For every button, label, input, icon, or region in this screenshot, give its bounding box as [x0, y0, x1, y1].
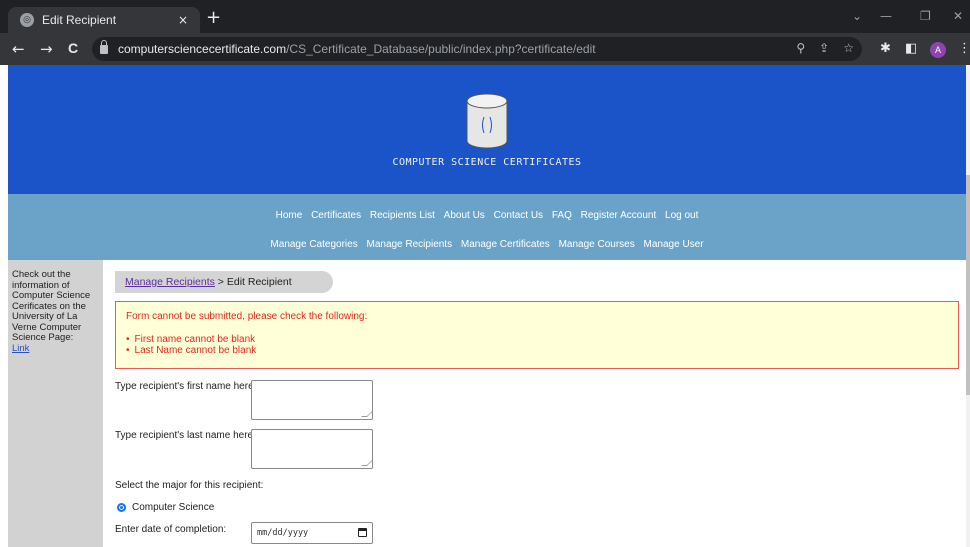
profile-avatar[interactable]: A — [930, 42, 946, 58]
last-name-field[interactable] — [251, 429, 373, 469]
logo-text: COMPUTER SCIENCE CERTIFICATES — [392, 157, 582, 168]
error-title: Form cannot be submitted, please check t… — [126, 311, 368, 322]
nav-manage-courses[interactable]: Manage Courses — [559, 239, 635, 250]
zoom-icon[interactable]: ⚲ — [796, 41, 805, 55]
site-nav: Home Certificates Recipients List About … — [8, 194, 966, 260]
globe-icon: ◎ — [20, 13, 34, 27]
restore-icon[interactable]: ❐ — [920, 9, 931, 23]
sidebar-link[interactable]: Link — [12, 343, 29, 354]
lock-icon — [100, 39, 108, 54]
completion-date-field[interactable]: mm/dd/yyyy — [251, 522, 373, 544]
nav-log-out[interactable]: Log out — [665, 210, 698, 221]
major-label: Select the major for this recipient: — [115, 480, 264, 491]
bookmark-star-icon[interactable]: ☆ — [843, 41, 854, 55]
forward-icon[interactable]: → — [40, 40, 53, 58]
address-bar[interactable]: computersciencecertificate.com/CS_Certif… — [92, 37, 862, 61]
major-radio[interactable] — [117, 503, 126, 512]
web-page: COMPUTER SCIENCE CERTIFICATES Home Certi… — [0, 65, 970, 547]
error-item: First name cannot be blank — [126, 334, 948, 345]
tab-title: Edit Recipient — [42, 13, 117, 27]
breadcrumb: Manage Recipients > Edit Recipient — [115, 271, 333, 293]
error-message-box: Form cannot be submitted, please check t… — [115, 301, 959, 369]
database-logo-icon — [466, 93, 508, 149]
close-window-icon[interactable]: ✕ — [953, 9, 963, 23]
main-content: Manage Recipients > Edit Recipient Form … — [103, 260, 966, 547]
browser-tab[interactable]: ◎ Edit Recipient × — [8, 7, 200, 33]
page-scrollbar[interactable] — [966, 65, 970, 547]
nav-home[interactable]: Home — [276, 210, 303, 221]
url-text: computersciencecertificate.com/CS_Certif… — [118, 42, 596, 56]
nav-recipients-list[interactable]: Recipients List — [370, 210, 435, 221]
browser-tab-strip: ◎ Edit Recipient × + ⌄ — ❐ ✕ — [0, 0, 970, 33]
minimize-icon[interactable]: — — [880, 9, 892, 23]
nav-manage-certificates[interactable]: Manage Certificates — [461, 239, 550, 250]
nav-register-account[interactable]: Register Account — [581, 210, 657, 221]
first-name-field[interactable] — [251, 380, 373, 420]
side-panel-icon[interactable]: ◧ — [905, 41, 917, 56]
breadcrumb-manage-recipients[interactable]: Manage Recipients — [125, 276, 215, 288]
nav-manage-categories[interactable]: Manage Categories — [270, 239, 357, 250]
error-list: First name cannot be blank Last Name can… — [126, 334, 948, 356]
menu-icon[interactable]: ⋮ — [958, 41, 970, 56]
primary-nav: Home Certificates Recipients List About … — [8, 210, 966, 221]
browser-toolbar: ← → C computersciencecertificate.com/CS_… — [0, 33, 970, 65]
reload-icon[interactable]: C — [68, 40, 78, 56]
extensions-icon[interactable]: ✱ — [880, 41, 891, 56]
nav-manage-user[interactable]: Manage User — [644, 239, 704, 250]
nav-about-us[interactable]: About Us — [444, 210, 485, 221]
new-tab-icon[interactable]: + — [206, 7, 221, 28]
share-icon[interactable]: ⇪ — [819, 41, 829, 55]
nav-contact-us[interactable]: Contact Us — [494, 210, 543, 221]
sidebar-text: Check out the information of Computer Sc… — [12, 269, 91, 343]
admin-nav: Manage Categories Manage Recipients Mana… — [8, 239, 966, 250]
date-label: Enter date of completion: — [115, 524, 227, 535]
tab-close-icon[interactable]: × — [178, 13, 188, 27]
breadcrumb-current: Edit Recipient — [226, 276, 292, 288]
nav-certificates[interactable]: Certificates — [311, 210, 361, 221]
nav-manage-recipients[interactable]: Manage Recipients — [366, 239, 452, 250]
nav-faq[interactable]: FAQ — [552, 210, 572, 221]
scrollbar-thumb[interactable] — [966, 175, 970, 395]
tab-search-icon[interactable]: ⌄ — [852, 9, 862, 23]
major-option-row[interactable]: Computer Science — [117, 502, 214, 513]
calendar-icon[interactable] — [358, 528, 367, 537]
site-header: COMPUTER SCIENCE CERTIFICATES — [8, 65, 966, 194]
major-option-label: Computer Science — [132, 502, 215, 513]
sidebar: Check out the information of Computer Sc… — [8, 260, 103, 547]
first-name-label: Type recipient's first name here: — [115, 381, 257, 392]
error-item: Last Name cannot be blank — [126, 345, 948, 356]
breadcrumb-separator: > — [214, 276, 227, 288]
last-name-label: Type recipient's last name here: — [115, 430, 256, 441]
back-icon[interactable]: ← — [12, 40, 25, 58]
date-placeholder: mm/dd/yyyy — [257, 528, 309, 538]
